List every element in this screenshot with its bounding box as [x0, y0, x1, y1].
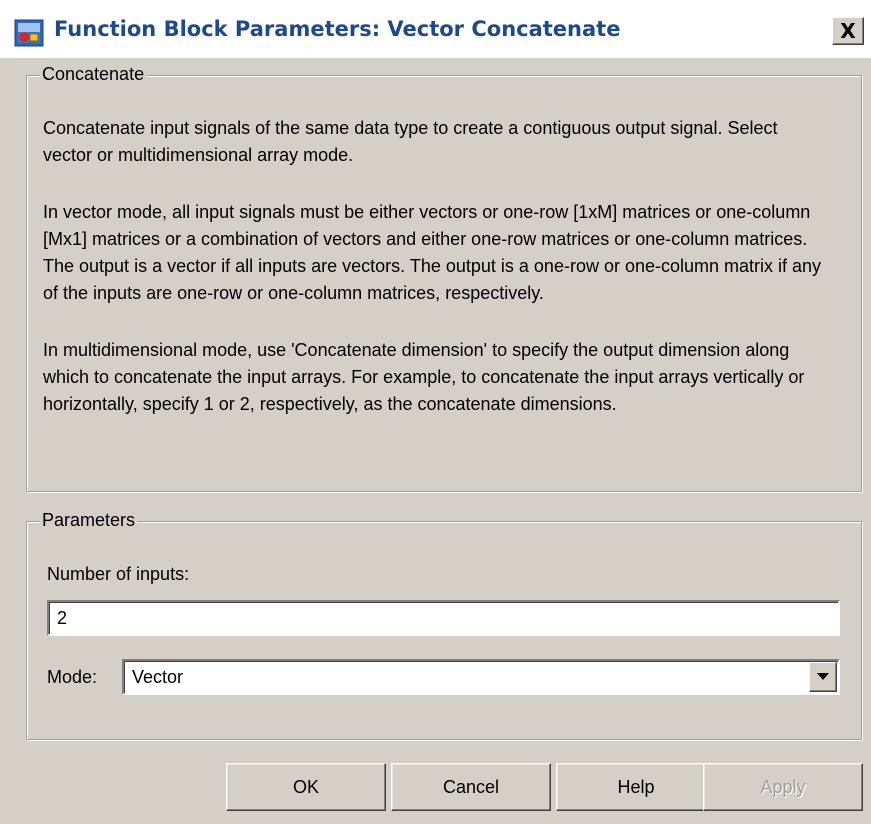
mode-dropdown-button[interactable]	[809, 662, 837, 692]
dialog-body: Concatenate Concatenate input signals of…	[0, 58, 871, 824]
simulink-block-icon	[14, 19, 44, 47]
apply-button[interactable]: Apply	[703, 763, 863, 811]
mode-select-value: Vector	[132, 667, 184, 687]
close-button[interactable]: X	[832, 17, 864, 45]
number-of-inputs-input[interactable]: 2	[47, 600, 840, 636]
description-paragraph-3: In multidimensional mode, use 'Concatena…	[43, 340, 805, 414]
window-title: Function Block Parameters: Vector Concat…	[54, 17, 621, 41]
number-of-inputs-label: Number of inputs:	[47, 564, 190, 584]
concatenate-group-legend: Concatenate	[40, 64, 147, 84]
mode-select[interactable]: Vector	[122, 659, 840, 695]
description-paragraph-1: Concatenate input signals of the same da…	[43, 118, 778, 165]
cancel-button[interactable]: Cancel	[391, 763, 551, 811]
title-bar[interactable]: Function Block Parameters: Vector Concat…	[0, 0, 871, 58]
ok-button[interactable]: OK	[226, 763, 386, 811]
parameters-group-legend: Parameters	[40, 510, 138, 530]
close-icon: X	[840, 19, 856, 43]
description-paragraph-2: In vector mode, all input signals must b…	[43, 202, 822, 303]
help-button[interactable]: Help	[556, 763, 716, 811]
chevron-down-icon	[816, 668, 830, 686]
mode-label: Mode:	[47, 667, 98, 687]
